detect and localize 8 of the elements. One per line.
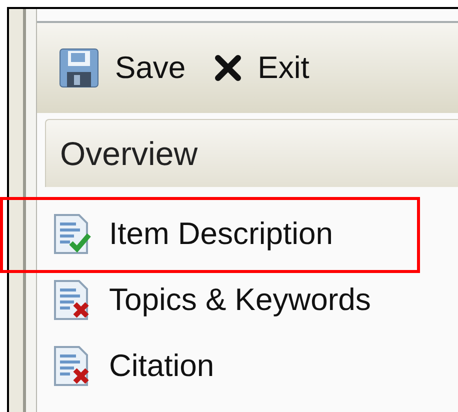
save-icon (59, 48, 99, 88)
save-button[interactable]: Save (59, 44, 186, 92)
exit-button[interactable]: Exit (214, 44, 310, 92)
nav-item[interactable]: Item Description (109, 210, 333, 258)
section-title: Overview (60, 134, 198, 174)
nav-item[interactable]: Topics & Keywords (109, 276, 371, 324)
close-icon (214, 54, 242, 82)
nav-item[interactable]: Citation (109, 342, 214, 390)
